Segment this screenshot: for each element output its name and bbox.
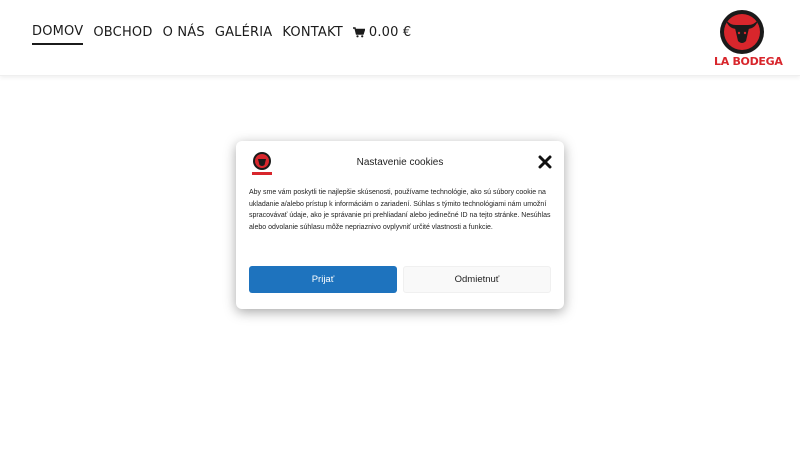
dialog-title: Nastavenie cookies	[356, 157, 444, 168]
cart-link[interactable]: 0.00 €	[352, 25, 412, 44]
deny-button[interactable]: Odmietnuť	[403, 266, 551, 293]
nav-item-domov[interactable]: DOMOV	[32, 24, 84, 45]
nav-item-obchod[interactable]: OBCHOD	[93, 25, 152, 44]
logo-text: LA BODEGA	[714, 55, 783, 68]
nav-item-kontakt[interactable]: KONTAKT	[282, 25, 342, 44]
accept-button[interactable]: Prijať	[249, 266, 397, 293]
nav-item-galeria[interactable]: GALÉRIA	[215, 25, 273, 44]
close-icon	[538, 155, 552, 169]
bull-logo-icon	[720, 10, 764, 54]
nav-item-o-nas[interactable]: O NÁS	[163, 25, 205, 44]
close-button[interactable]	[538, 155, 552, 169]
site-header: DOMOV OBCHOD O NÁS GALÉRIA KONTAKT 0.00 …	[0, 0, 800, 76]
cart-total: 0.00 €	[368, 25, 412, 40]
shopping-cart-icon	[352, 27, 365, 38]
cookie-consent-dialog: Nastavenie cookies Aby sme vám poskytli …	[236, 141, 564, 309]
main-nav: DOMOV OBCHOD O NÁS GALÉRIA KONTAKT 0.00 …	[32, 24, 421, 45]
site-logo[interactable]: LA BODEGA	[714, 8, 783, 72]
dialog-body-text: Aby sme vám poskytli tie najlepšie skúse…	[249, 189, 551, 231]
